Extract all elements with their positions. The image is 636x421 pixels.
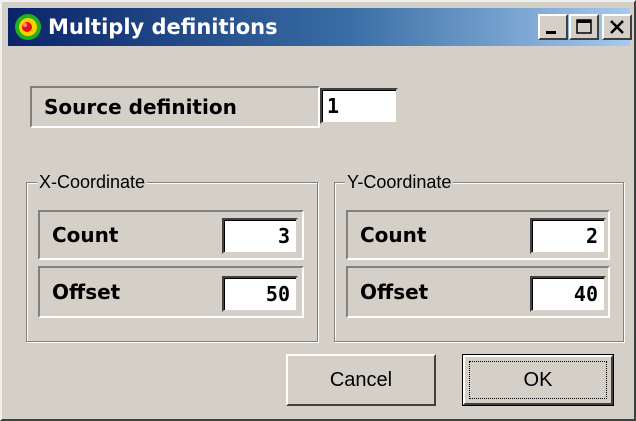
source-definition-label-box: Source definition [30,86,320,128]
cancel-button[interactable]: Cancel [286,354,436,406]
y-offset-label: Offset [360,280,429,304]
ok-button[interactable]: OK [462,354,614,406]
window-title: Multiply definitions [48,15,278,39]
y-count-input[interactable]: 2 [530,218,606,254]
x-coordinate-group: X-Coordinate [26,171,318,342]
ok-button-label: OK [523,368,553,391]
close-button[interactable] [602,14,632,40]
minimize-icon [546,31,556,34]
close-icon [610,20,624,34]
app-globe-icon [15,14,41,40]
title-bar[interactable]: Multiply definitions [8,8,632,46]
source-definition-input[interactable]: 1 [320,88,398,124]
y-coordinate-legend: Y-Coordinate [345,171,454,193]
y-offset-input[interactable]: 40 [530,276,606,312]
maximize-button[interactable] [569,14,599,40]
x-count-label: Count [52,223,119,247]
dialog-window: Multiply definitions Source definition 1… [0,0,636,421]
maximize-icon [576,19,592,34]
x-coordinate-legend: X-Coordinate [37,171,148,193]
source-definition-label: Source definition [44,95,237,119]
x-offset-label: Offset [52,280,121,304]
x-offset-input[interactable]: 50 [222,276,298,312]
minimize-button[interactable] [538,14,568,40]
y-coordinate-group: Y-Coordinate [334,171,624,342]
x-count-input[interactable]: 3 [222,218,298,254]
cancel-button-label: Cancel [329,368,393,391]
y-count-label: Count [360,223,427,247]
